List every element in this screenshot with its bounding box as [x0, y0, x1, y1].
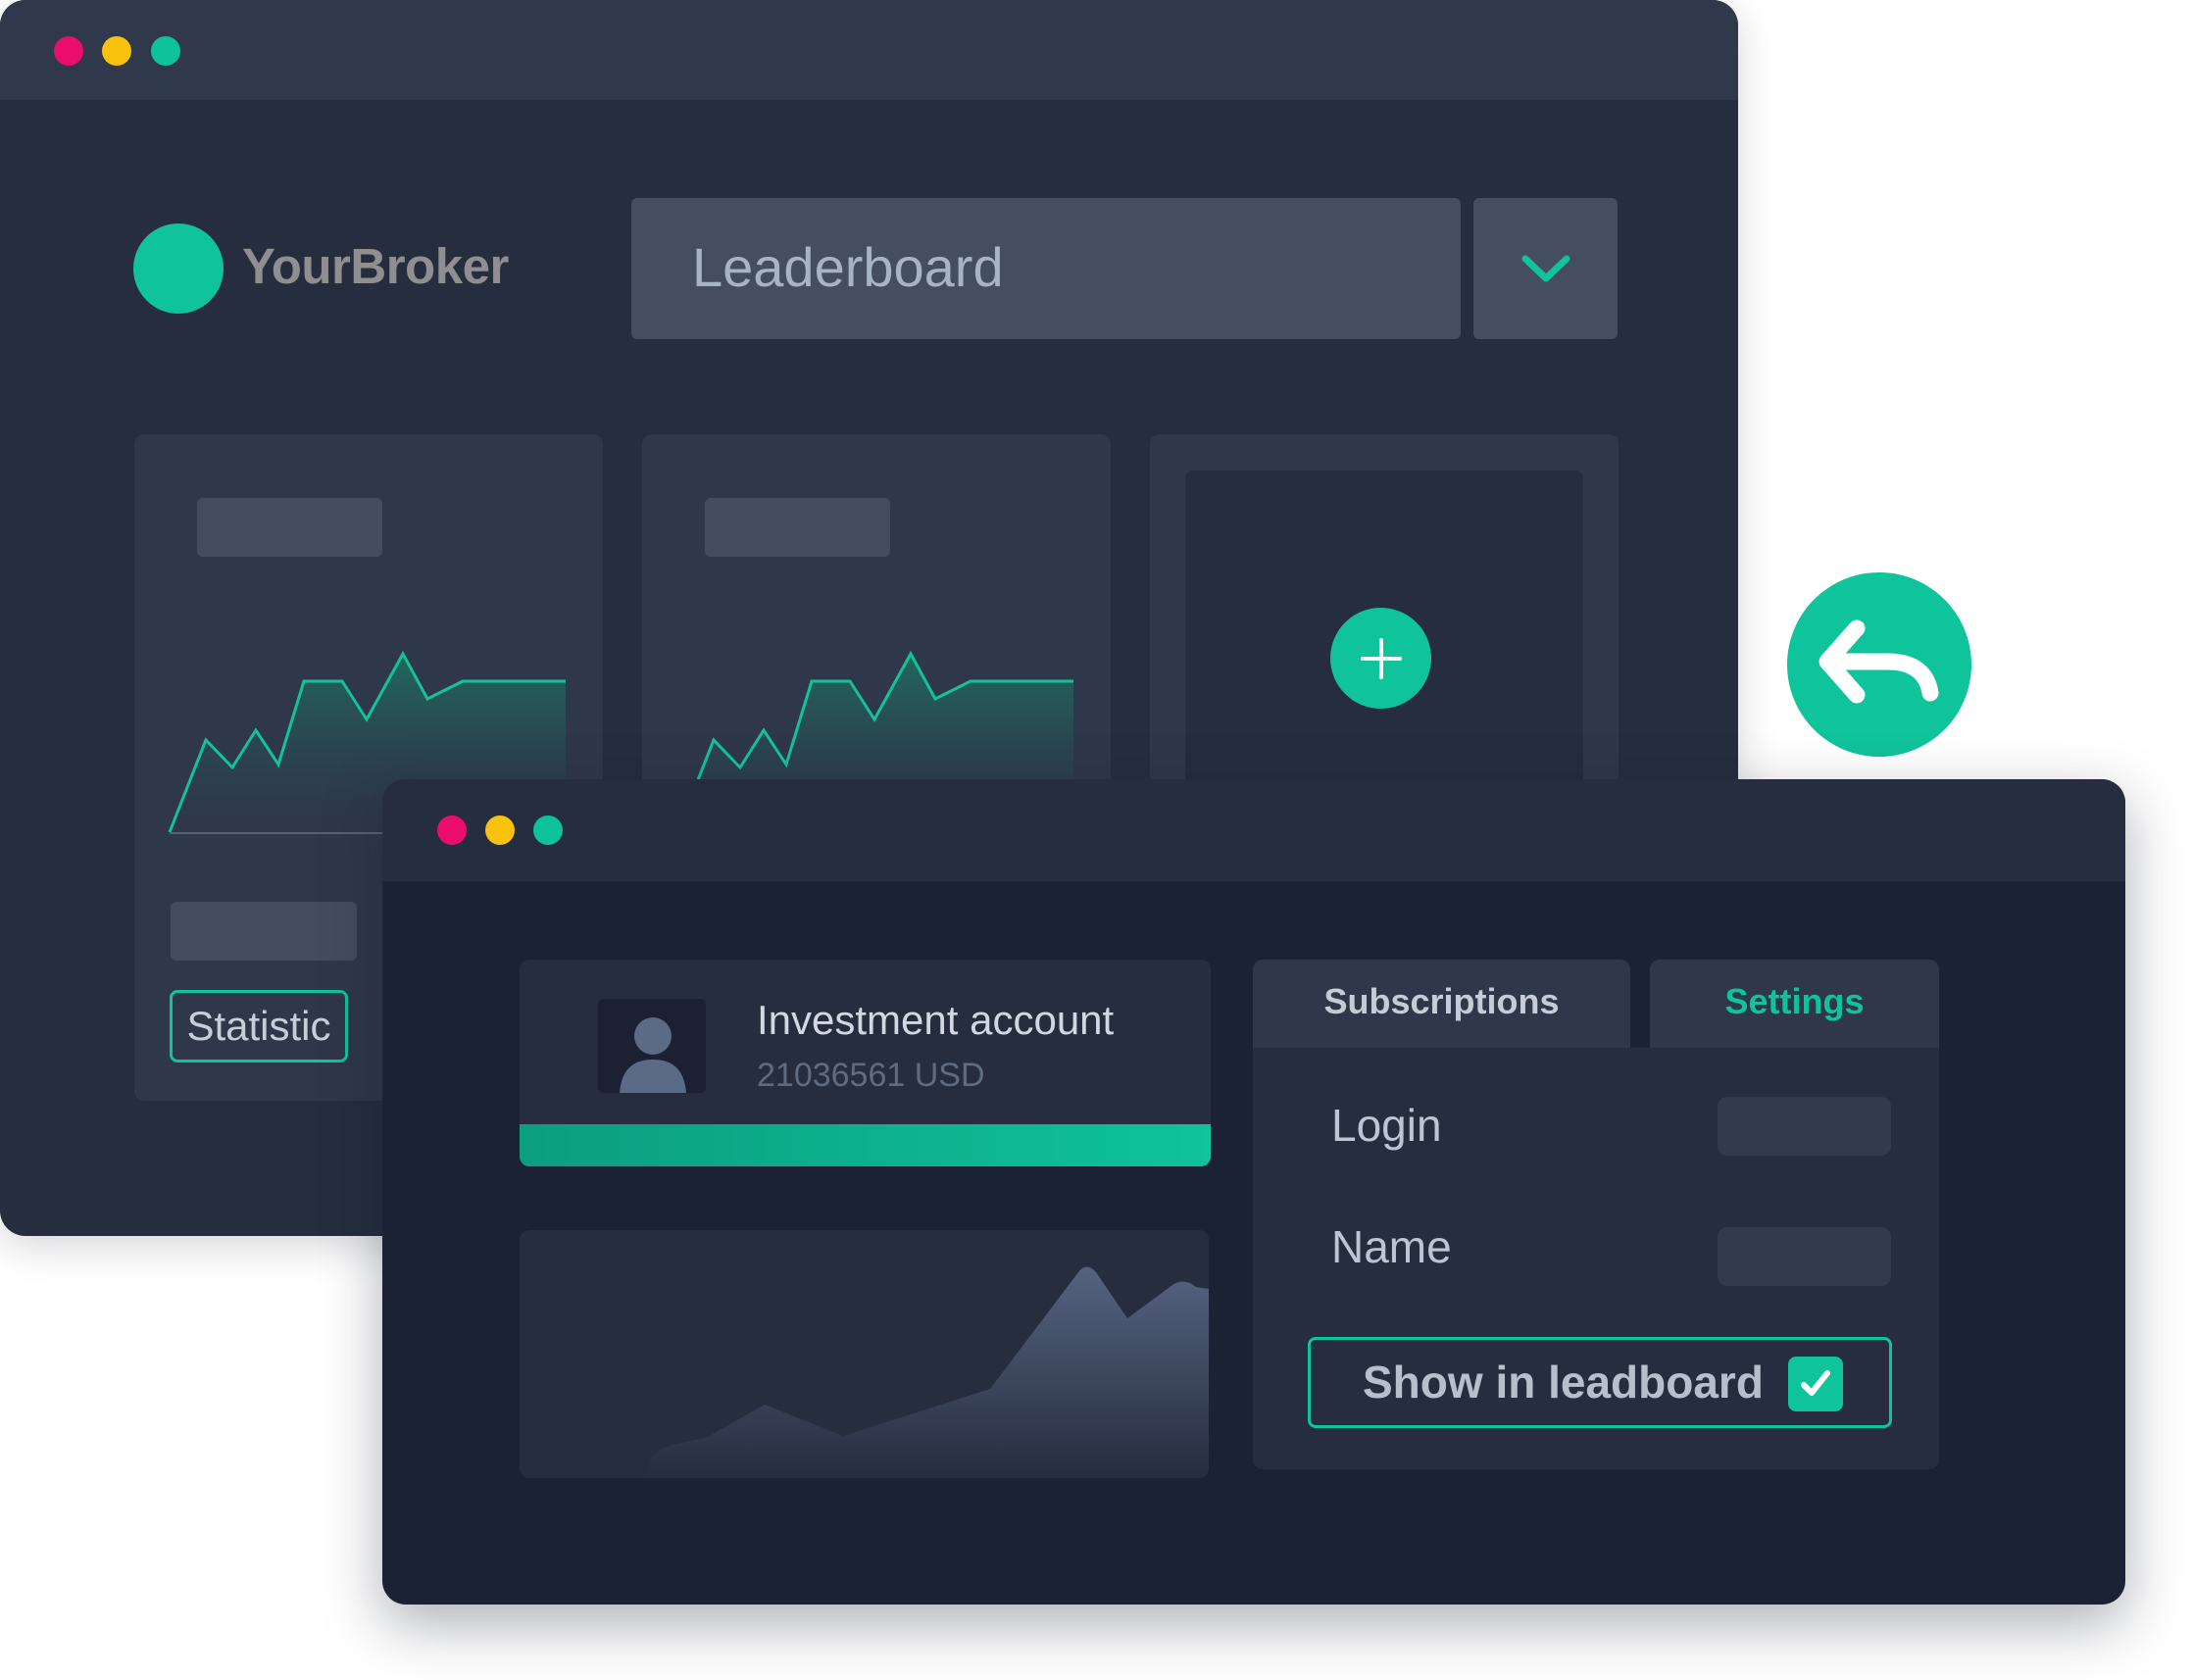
performance-sparkline	[685, 650, 1073, 807]
account-chart	[520, 1230, 1209, 1478]
show-in-leaderboard-label: Show in leadboard	[1363, 1357, 1764, 1408]
view-select[interactable]: Leaderboard	[631, 198, 1461, 339]
checkmark-icon	[1801, 1370, 1830, 1396]
view-select-toggle[interactable]	[1473, 198, 1618, 339]
account-progress-bar	[520, 1124, 1211, 1166]
minimize-window-dot[interactable]	[102, 36, 131, 66]
name-field[interactable]	[1718, 1227, 1891, 1286]
minimize-window-dot[interactable]	[485, 815, 515, 845]
tab-settings[interactable]: Settings	[1650, 960, 1939, 1062]
account-area-chart	[650, 1266, 1209, 1478]
reply-arrow-icon	[1818, 619, 1939, 704]
name-label: Name	[1331, 1221, 1452, 1272]
user-icon	[620, 1017, 686, 1093]
card-title-placeholder	[197, 498, 382, 557]
login-field[interactable]	[1718, 1097, 1891, 1156]
tab-settings-label: Settings	[1724, 981, 1865, 1021]
investment-account-card[interactable]: Investment account 21036561 USD	[520, 960, 1211, 1166]
chevron-down-icon	[1521, 255, 1569, 282]
close-window-dot[interactable]	[437, 815, 467, 845]
show-in-leaderboard-toggle[interactable]: Show in leadboard	[1308, 1337, 1892, 1428]
brand-logo	[133, 223, 224, 314]
brand-name: YourBroker	[242, 238, 509, 294]
title-bar	[0, 0, 1738, 100]
statistic-button[interactable]: Statistic	[170, 990, 348, 1062]
card-title-placeholder	[705, 498, 890, 557]
avatar	[598, 999, 706, 1093]
maximize-window-dot[interactable]	[151, 36, 180, 66]
show-in-leaderboard-checkbox[interactable]	[1788, 1357, 1843, 1411]
account-settings-window: Investment account 21036561 USD Subscrip…	[382, 779, 2125, 1605]
plus-icon	[1360, 637, 1402, 679]
tab-subscriptions-label: Subscriptions	[1323, 981, 1560, 1021]
settings-panel: Login Name Show in leadboard	[1253, 1048, 1939, 1469]
card-value-placeholder	[171, 902, 357, 961]
view-select-value: Leaderboard	[692, 236, 1004, 298]
account-number: 21036561 USD	[757, 1057, 985, 1094]
maximize-window-dot[interactable]	[533, 815, 563, 845]
close-window-dot[interactable]	[54, 36, 83, 66]
login-label: Login	[1331, 1100, 1442, 1151]
account-title: Investment account	[757, 997, 1115, 1043]
add-button[interactable]	[1330, 608, 1431, 709]
tab-subscriptions[interactable]: Subscriptions	[1253, 960, 1630, 1062]
back-button[interactable]	[1787, 572, 1971, 757]
title-bar	[382, 779, 2125, 881]
leaderboard-card	[642, 434, 1111, 807]
